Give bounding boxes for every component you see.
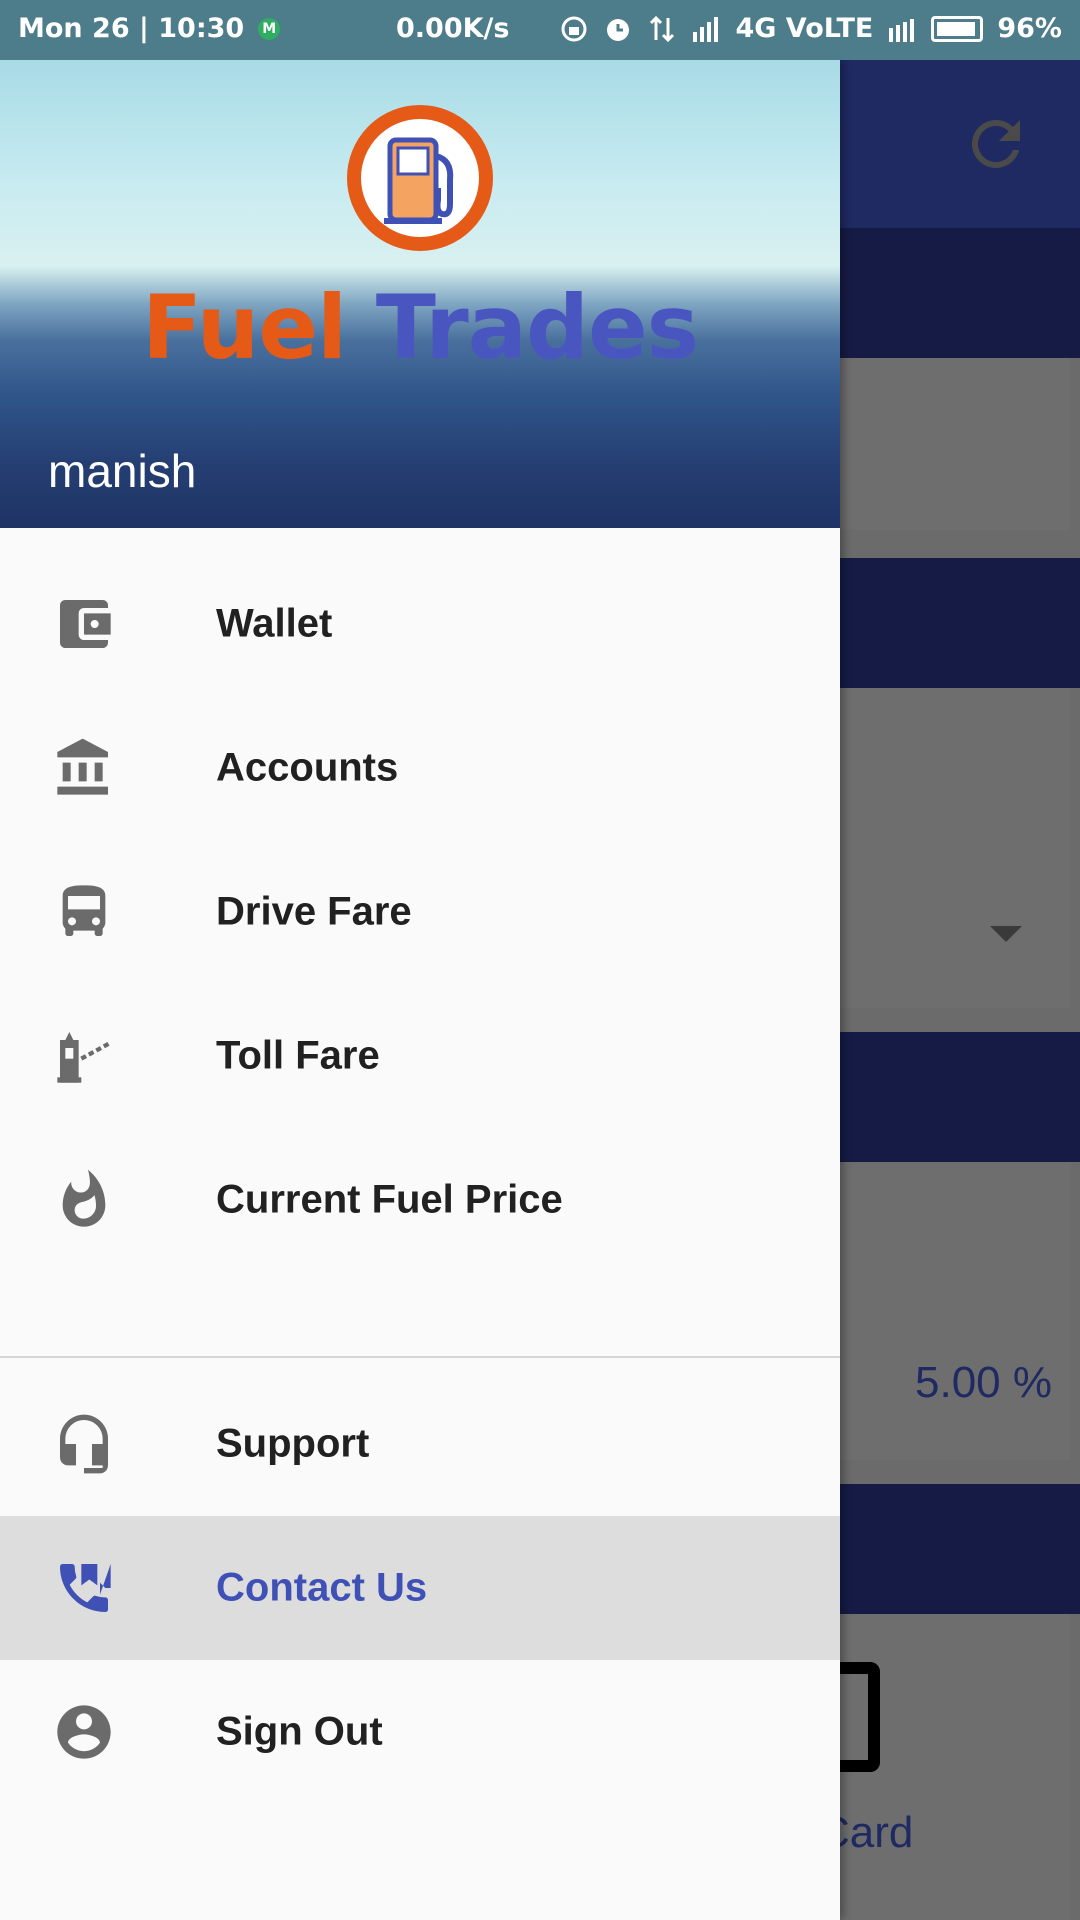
- menu-item-label: Contact Us: [216, 1565, 428, 1610]
- account-circle-icon: [57, 1705, 111, 1759]
- menu-item-accounts[interactable]: Accounts: [0, 696, 840, 840]
- menu-item-label: Current Fuel Price: [216, 1177, 563, 1222]
- brand-trades: Trades: [375, 276, 699, 379]
- dropdown-arrow-icon[interactable]: [990, 926, 1022, 942]
- username: manish: [48, 445, 197, 497]
- brand-title: Fuel Trades: [0, 276, 840, 379]
- menu-item-sign-out[interactable]: Sign Out: [0, 1660, 840, 1804]
- battery-icon: [931, 15, 984, 42]
- menu-item-drive-fare[interactable]: Drive Fare: [0, 840, 840, 984]
- percent-value: 5.00 %: [915, 1358, 1052, 1407]
- bus-icon: [62, 885, 106, 936]
- menu-item-contact-us[interactable]: Contact Us: [0, 1516, 840, 1660]
- refresh-icon[interactable]: [960, 108, 1032, 180]
- menu-item-label: Sign Out: [216, 1709, 383, 1754]
- menu-divider: [0, 1356, 840, 1358]
- fuel-pump-logo-icon: [347, 105, 493, 251]
- status-net-speed: 0.00K/s: [396, 13, 510, 44]
- menu-item-label: Toll Fare: [216, 1033, 380, 1078]
- menu-item-label: Drive Fare: [216, 889, 412, 934]
- data-transfer-icon: [650, 15, 675, 42]
- brand-fuel: Fuel: [141, 276, 347, 379]
- menu-item-label: Accounts: [216, 745, 399, 790]
- status-bar: Mon 26 | 10:30 M 0.00K/s 4G VoLTE 96%: [0, 0, 1080, 60]
- network-type: 4G VoLTE: [735, 13, 874, 44]
- menu-item-label: Support: [216, 1421, 370, 1466]
- wallet-icon: [60, 600, 111, 648]
- menu-item-wallet[interactable]: Wallet: [0, 552, 840, 696]
- battery-level: 96%: [997, 13, 1062, 44]
- signal-icon: [693, 16, 719, 42]
- signal-icon-2: [889, 18, 915, 42]
- menu-item-label: Wallet: [216, 601, 333, 646]
- toll-booth-icon: [57, 1032, 112, 1083]
- contact-phone-icon: [60, 1564, 111, 1612]
- headset-icon: [60, 1414, 108, 1474]
- menu-item-current-fuel-price[interactable]: Current Fuel Price: [0, 1128, 840, 1272]
- bank-icon: [57, 738, 108, 795]
- flame-icon: [62, 1169, 106, 1227]
- menu-item-support[interactable]: Support: [0, 1372, 840, 1516]
- notification-badge-icon: M: [258, 17, 281, 40]
- alarm-icon: [607, 18, 630, 41]
- status-datetime: Mon 26 | 10:30: [18, 13, 245, 44]
- menu-item-toll-fare[interactable]: Toll Fare: [0, 984, 840, 1128]
- drawer-header: Fuel Trades manish: [0, 60, 840, 528]
- lock-rotation-icon: [561, 16, 587, 41]
- navigation-drawer: Fuel Trades manish Wallet Accounts Drive…: [0, 60, 840, 1920]
